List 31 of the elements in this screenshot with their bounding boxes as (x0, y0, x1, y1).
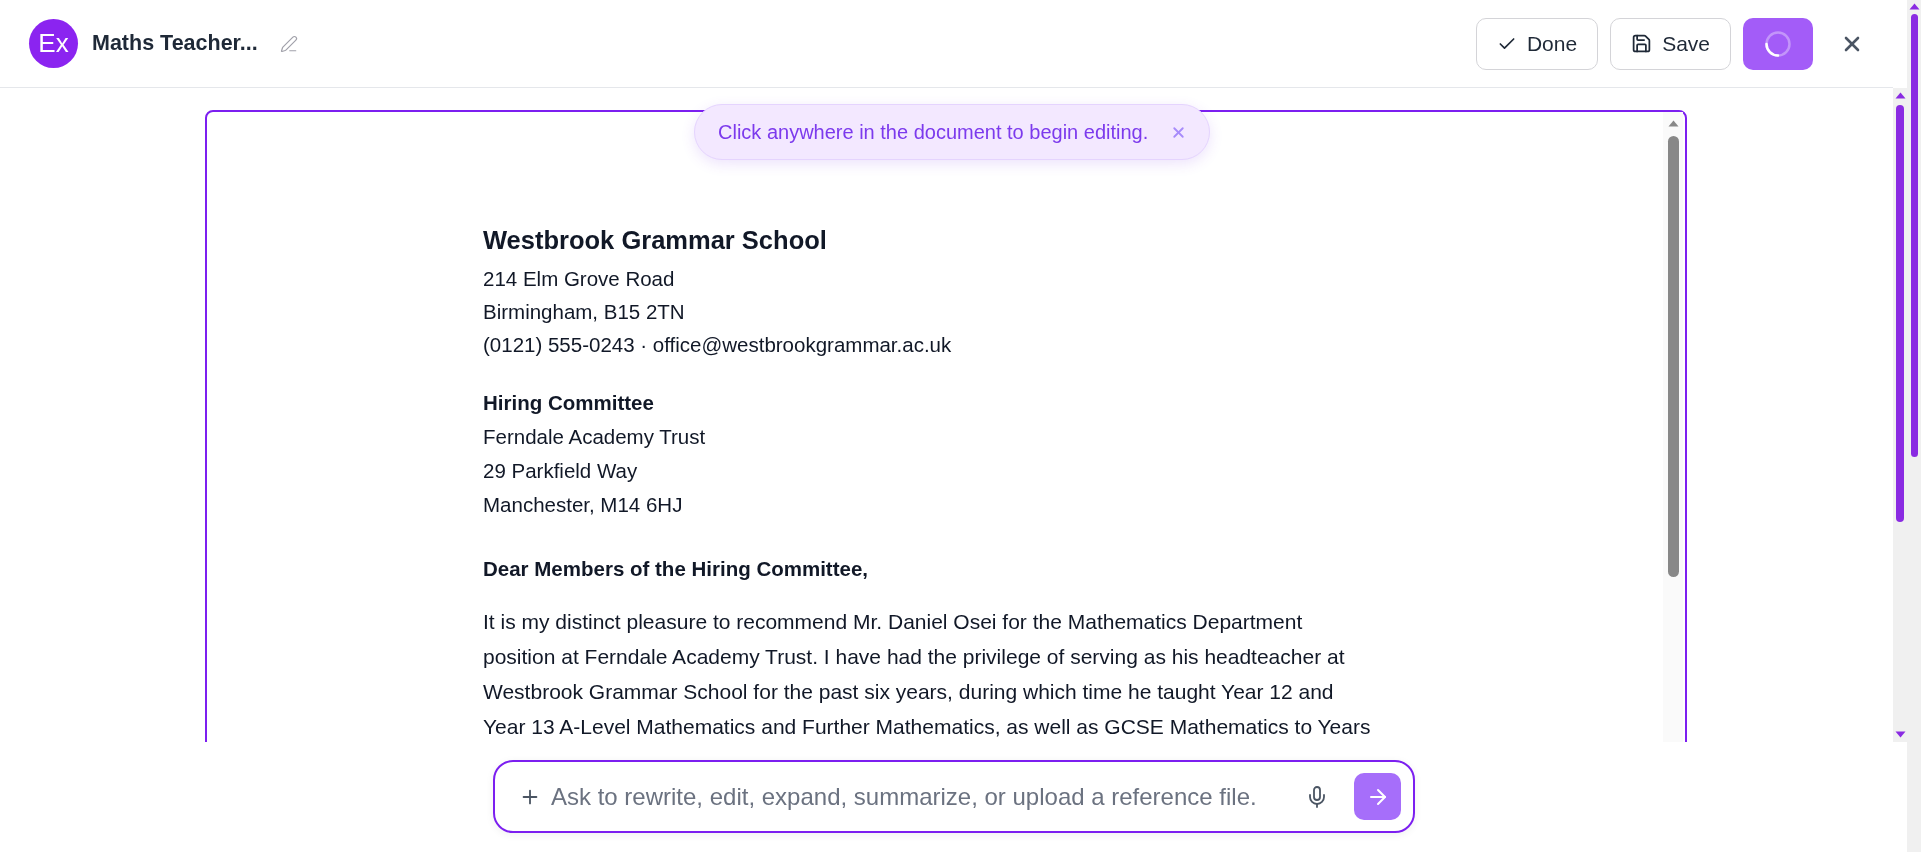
prompt-field[interactable]: Ask to rewrite, edit, expand, summarize, or upload a reference file. (493, 760, 1415, 833)
avatar: Ex (29, 19, 78, 68)
scrollbar[interactable] (1663, 112, 1683, 742)
salutation: Dear Members of the Hiring Committee, (483, 556, 868, 582)
save-button[interactable]: Save (1610, 17, 1731, 70)
page-scrollbar[interactable] (1893, 88, 1907, 742)
spinner-icon (1765, 30, 1791, 57)
address-line: (0121) 555-0243 · office@westbrookgrammar.ac.uk (483, 332, 952, 358)
arrow-up-icon[interactable] (1667, 120, 1679, 127)
recipient-title: Hiring Committee (483, 390, 654, 416)
scrollbar-thumb[interactable] (1910, 14, 1918, 457)
notice-text: Click anywhere in the document to begin editing. (718, 120, 1149, 145)
scrollbar-thumb[interactable] (1667, 136, 1679, 577)
body-paragraph: It is my distinct pleasure to recommend Mr. Daniel Osei for the Mathematics Department position at Ferndale Academy Trust. I have had the privilege of serving as his headteacher at Westbrook Grammar School for the past six years, during which time he taught Year 12 and Year 13 A-Level Mathematics and Further Mathematics, as well as GCSE Mathematics to Years (483, 609, 1371, 740)
address-line: Birmingham, B15 2TN (483, 299, 685, 325)
document-title: Maths Teacher... (92, 30, 258, 58)
sender-name: Westbrook Grammar School (483, 225, 827, 256)
arrow-up-icon[interactable] (1908, 3, 1920, 10)
done-button[interactable]: Done (1475, 17, 1599, 70)
loading-button[interactable] (1743, 17, 1813, 70)
arrow-up-icon[interactable] (1894, 92, 1906, 99)
window-scrollbar[interactable] (1907, 0, 1921, 852)
arrow-down-icon[interactable] (1894, 731, 1906, 738)
document-page[interactable] (205, 110, 1687, 742)
address-line: 29 Parkfield Way (483, 458, 638, 484)
address-line: Manchester, M14 6HJ (483, 492, 683, 518)
prompt-input[interactable]: Ask to rewrite, edit, expand, summarize, or upload a reference file. (551, 778, 1293, 815)
scrollbar-thumb[interactable] (1896, 105, 1904, 522)
address-line: 214 Elm Grove Road (483, 266, 675, 292)
address-line: Ferndale Academy Trust (483, 424, 706, 450)
send-button[interactable] (1354, 773, 1401, 820)
